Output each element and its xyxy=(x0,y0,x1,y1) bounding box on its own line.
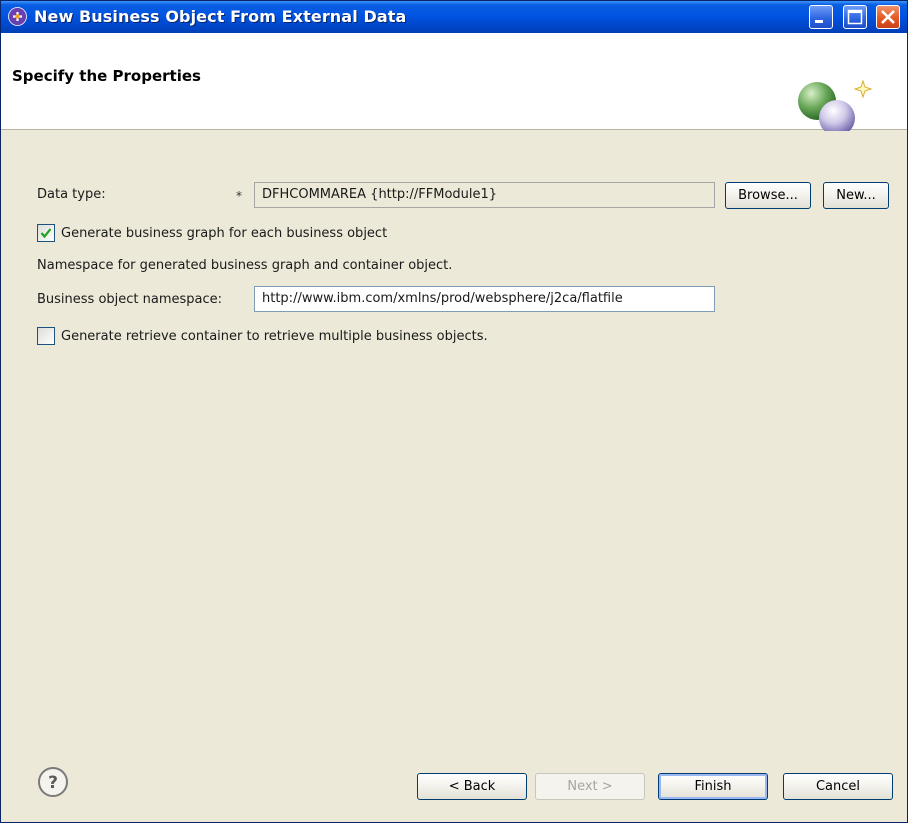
generate-business-graph-checkbox[interactable] xyxy=(37,224,55,242)
data-type-field[interactable]: DFHCOMMAREA {http://FFModule1} xyxy=(254,182,715,208)
help-icon[interactable]: ? xyxy=(37,766,69,798)
wizard-banner: Specify the Properties xyxy=(1,33,907,136)
close-button[interactable] xyxy=(876,5,900,29)
title-bar[interactable]: New Business Object From External Data xyxy=(1,1,907,33)
bo-namespace-input[interactable]: http://www.ibm.com/xmlns/prod/websphere/… xyxy=(254,286,715,312)
generate-business-graph-label[interactable]: Generate business graph for each busines… xyxy=(61,226,387,241)
close-icon xyxy=(881,10,895,24)
minimize-icon xyxy=(815,20,823,23)
browse-button[interactable]: Browse... xyxy=(725,182,811,209)
new-button[interactable]: New... xyxy=(823,182,889,209)
back-button[interactable]: < Back xyxy=(417,773,527,800)
app-icon xyxy=(8,7,27,26)
minimize-button[interactable] xyxy=(809,5,833,29)
maximize-button[interactable] xyxy=(843,5,867,29)
finish-button[interactable]: Finish xyxy=(658,773,768,800)
window-title: New Business Object From External Data xyxy=(34,7,407,26)
data-type-label: Data type: xyxy=(37,187,106,202)
next-button[interactable]: Next > xyxy=(535,773,645,800)
properties-form: Data type: * DFHCOMMAREA {http://FFModul… xyxy=(1,131,907,751)
retrieve-container-label[interactable]: Generate retrieve container to retrieve … xyxy=(61,329,488,344)
maximize-icon xyxy=(847,9,863,25)
retrieve-container-checkbox[interactable] xyxy=(37,327,55,345)
svg-text:?: ? xyxy=(48,773,58,793)
wizard-window: New Business Object From External Data S… xyxy=(0,0,908,823)
wizard-footer: ? < Back Next > Finish Cancel xyxy=(1,751,907,822)
namespace-info-text: Namespace for generated business graph a… xyxy=(37,258,453,273)
required-marker: * xyxy=(236,189,242,203)
check-mark-icon xyxy=(40,228,52,239)
bo-namespace-label: Business object namespace: xyxy=(37,292,223,307)
page-title: Specify the Properties xyxy=(12,67,201,85)
cancel-button[interactable]: Cancel xyxy=(783,773,893,800)
